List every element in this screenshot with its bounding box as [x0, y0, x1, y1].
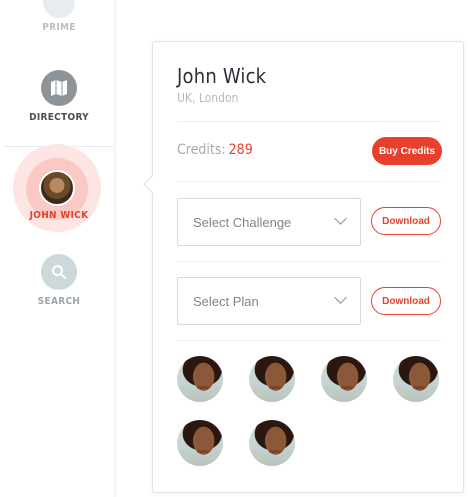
nav-item-profile[interactable]: JOHN WICK: [4, 144, 114, 232]
divider: [177, 181, 441, 182]
user-location: UK, London: [177, 91, 239, 105]
profile-popover: John Wick UK, London Credits: 289 Buy Cre…: [143, 41, 464, 496]
directory-map-icon: [41, 70, 77, 106]
photo-thumbnail[interactable]: [249, 356, 295, 402]
popover-arrow: [143, 175, 162, 194]
plan-select[interactable]: Select Plan: [177, 277, 361, 325]
divider: [177, 121, 441, 122]
nav-label-prime: PRIME: [42, 22, 76, 33]
nav-label-profile: JOHN WICK: [29, 210, 89, 221]
avatar: [39, 170, 75, 206]
user-name: John Wick: [177, 64, 267, 88]
chevron-down-icon: [334, 212, 347, 225]
photo-thumbnail[interactable]: [393, 356, 439, 402]
challenge-select-placeholder: Select Challenge: [193, 215, 292, 230]
left-nav-rail: PRIME DIRECTORY JOHN WICK SEARCH: [4, 0, 115, 497]
credits-label: Credits:: [177, 142, 226, 158]
challenge-download-button[interactable]: Download: [371, 207, 441, 235]
plan-select-placeholder: Select Plan: [193, 294, 259, 309]
photo-thumbnail[interactable]: [177, 420, 223, 466]
challenge-select[interactable]: Select Challenge: [177, 198, 361, 246]
photo-thumbnail[interactable]: [249, 420, 295, 466]
plan-download-button[interactable]: Download: [371, 287, 441, 315]
prime-icon: [43, 0, 75, 18]
nav-item-directory[interactable]: DIRECTORY: [4, 70, 114, 123]
buy-credits-button[interactable]: Buy Credits: [372, 137, 442, 165]
nav-item-prime[interactable]: PRIME: [4, 0, 114, 33]
chevron-down-icon: [334, 291, 347, 304]
nav-label-directory: DIRECTORY: [29, 112, 89, 123]
photo-thumbnail[interactable]: [177, 356, 223, 402]
divider: [177, 261, 441, 262]
divider: [177, 340, 441, 341]
search-icon: [41, 254, 77, 290]
nav-item-search[interactable]: SEARCH: [4, 254, 114, 307]
photo-thumbnail[interactable]: [321, 356, 367, 402]
photo-grid: [177, 356, 447, 496]
nav-label-search: SEARCH: [37, 296, 81, 307]
credits-value: 289: [228, 142, 253, 158]
credits-display: Credits: 289: [177, 142, 253, 158]
